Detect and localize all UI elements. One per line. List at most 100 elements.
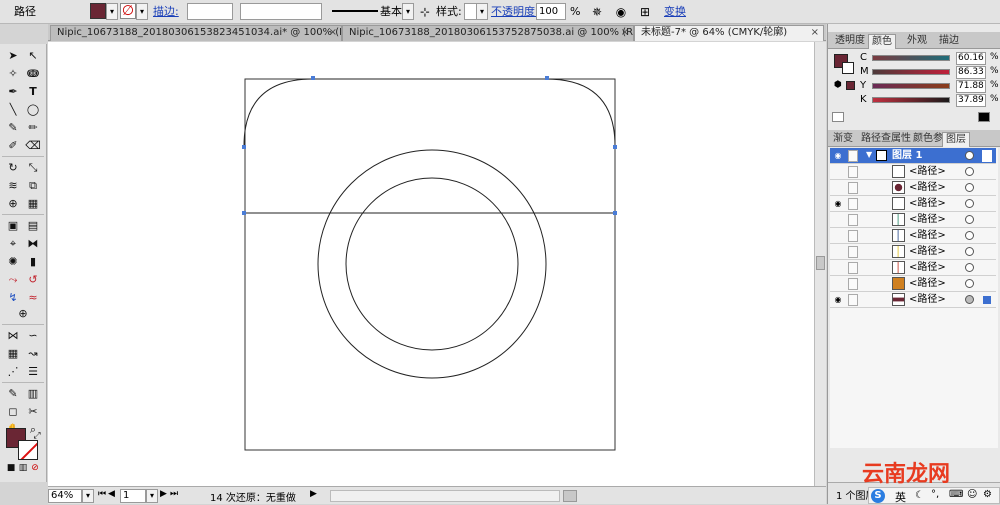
slice-tool-icon[interactable]: ∽ [24,328,42,344]
ellipse-tool-icon[interactable]: ◯ [24,102,42,118]
doc-tab-3-active[interactable]: 未标题-7* @ 64% (CMYK/轮廓) × [634,25,824,41]
tab-appearance[interactable]: 外观 [904,34,930,49]
layer-item[interactable]: <路径> [830,164,996,180]
vertical-scrollbar[interactable] [814,42,826,486]
symbol-sprayer-tool-icon[interactable]: ✺ [4,254,22,270]
tab-color[interactable]: 颜色 [868,34,896,49]
keyboard-icon[interactable]: ⌨ [949,489,963,500]
stroke-none-swatch[interactable]: ∅ [120,3,136,19]
paintbrush-tool-icon[interactable]: ✎ [4,120,22,136]
warp-tool-icon[interactable]: ≋ [4,178,22,194]
tab-gradient[interactable]: 渐变 [830,132,856,147]
stroke-link[interactable]: 描边: [153,3,179,21]
lock-toggle[interactable] [848,198,858,210]
channel-slider[interactable] [872,83,950,89]
tab-stroke[interactable]: 描边 [936,34,962,49]
eye-icon[interactable] [833,231,843,241]
bar-graph-tool-icon[interactable]: ☰ [24,364,42,380]
globe-icon[interactable]: ◉ [612,3,630,21]
lock-toggle[interactable] [848,278,858,290]
target-icon[interactable] [965,295,974,304]
anchor-point[interactable] [613,211,617,215]
type-tool-icon[interactable]: T [24,84,42,100]
slice-select-tool-icon[interactable]: ✂ [24,404,42,420]
scrollbar-thumb[interactable] [563,490,577,502]
channel-value-field[interactable]: 37.89 [956,94,986,107]
lock-toggle[interactable] [848,150,858,162]
crosshair-tool-icon[interactable]: ⊕ [14,306,32,322]
anchor-point[interactable] [242,211,246,215]
lock-toggle[interactable] [848,214,858,226]
variable-width-field[interactable] [240,3,322,20]
color-panel-stroke[interactable] [842,62,854,74]
recolor-icon[interactable]: ✵ [588,3,606,21]
line-tool-icon[interactable]: ╲ [4,102,22,118]
gradient-tool-icon[interactable]: ▤ [24,218,42,234]
tab-layers[interactable]: 图层 [942,132,970,147]
artboard-rect-tool-icon[interactable]: ◻ [4,404,22,420]
layer-item-selected[interactable]: ◉ <路径> [830,292,996,308]
doc-tab-2[interactable]: Nipic_10673188_20180306153752875038.ai @… [342,25,634,41]
perspective-grid-tool-icon[interactable]: ▦ [24,196,42,212]
channel-slider[interactable] [872,97,950,103]
expand-arrow-icon[interactable]: ▼ [866,150,872,159]
eye-icon[interactable] [833,263,843,273]
status-menu-arrow-icon[interactable]: ▶ [310,489,317,499]
graph-tool-icon[interactable]: ⋰ [4,364,22,380]
rounded-top-path[interactable] [243,78,616,147]
scissors-tool-icon[interactable]: ≈ [24,290,42,306]
lock-toggle[interactable] [848,246,858,258]
blob-brush-tool-icon[interactable]: ✐ [4,138,22,154]
anchor-point[interactable] [613,145,617,149]
layer-item[interactable]: <路径> [830,260,996,276]
eye-icon[interactable] [833,183,843,193]
artboard-tool-icon[interactable]: ⋈ [4,328,22,344]
outer-lens-circle[interactable] [317,149,547,379]
eye-icon[interactable]: ◉ [833,199,843,209]
eye-icon[interactable] [833,247,843,257]
target-icon[interactable] [965,167,974,176]
target-icon[interactable] [965,247,974,256]
last-color-swatch[interactable] [846,81,855,90]
opacity-link[interactable]: 不透明度: [491,3,539,21]
anchor-point[interactable] [242,145,246,149]
measure-tool-icon[interactable]: ▥ [24,386,42,402]
anchor-point[interactable] [545,76,549,80]
mesh-tool-icon[interactable]: ▣ [4,218,22,234]
free-transform-tool-icon[interactable]: ⧉ [24,178,42,194]
target-icon[interactable] [965,215,974,224]
target-icon[interactable] [965,263,974,272]
channel-slider[interactable] [872,55,950,61]
width-tool-icon[interactable]: ⤳ [4,272,22,288]
channel-value-field[interactable]: 60.16 [956,52,986,65]
align-grid-icon[interactable]: ⊞ [636,3,654,21]
selection-tool-icon[interactable]: ➤ [4,48,22,64]
direct-selection-tool-icon[interactable]: ↖ [24,48,42,64]
white-swatch[interactable] [832,112,844,122]
eyedropper-tool-icon[interactable]: ⌖ [4,236,22,252]
eyedropper-alt-tool-icon[interactable]: ✎ [4,386,22,402]
first-artboard-icon[interactable]: ⏮ [98,489,106,499]
grid-tool-icon[interactable]: ▦ [4,346,22,362]
channel-value-field[interactable]: 86.33 [956,66,986,79]
channel-slider[interactable] [872,69,950,75]
moon-icon[interactable]: ☾ [915,490,924,501]
close-icon[interactable]: × [329,26,337,40]
magic-wand-tool-icon[interactable]: ✧ [4,66,22,82]
layer-item[interactable]: ◉ <路径> [830,196,996,212]
settings-icon[interactable]: ⚙ [983,489,992,500]
tab-color-guide[interactable]: 颜色参 [910,132,946,147]
fill-dropdown-arrow[interactable]: ▾ [106,3,118,20]
black-swatch[interactable] [978,112,990,122]
target-icon[interactable] [965,151,974,160]
scale-tool-icon[interactable]: ⤡ [24,160,42,176]
stroke-weight-field[interactable] [187,3,233,20]
lock-toggle[interactable] [848,182,858,194]
target-icon[interactable] [965,231,974,240]
pencil-tool-icon[interactable]: ✏ [24,120,42,136]
shape-builder-tool-icon[interactable]: ⊕ [4,196,22,212]
lock-toggle[interactable] [848,166,858,178]
user-icon[interactable]: ☺ [967,489,977,500]
target-icon[interactable] [965,279,974,288]
eye-icon[interactable] [833,167,843,177]
